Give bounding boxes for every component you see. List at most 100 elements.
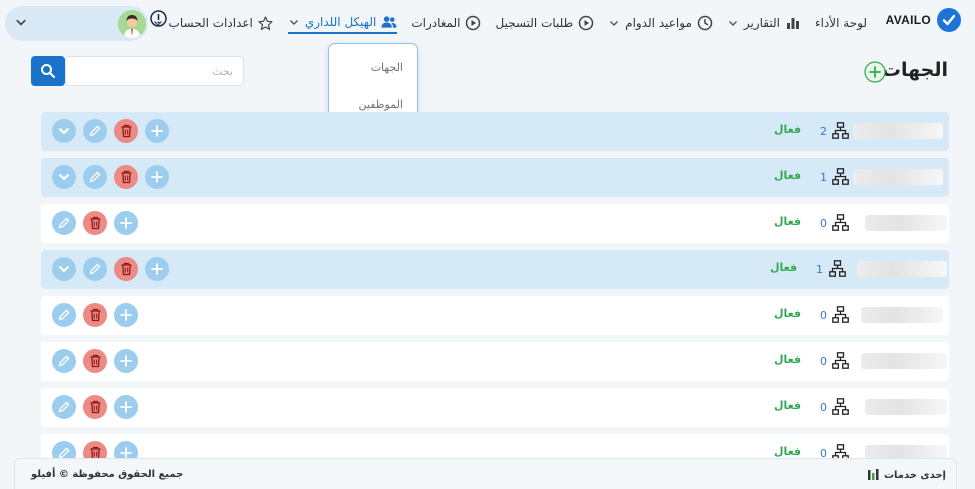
user-menu[interactable] xyxy=(5,6,148,41)
trash-icon xyxy=(90,216,100,230)
status-badge: فعال xyxy=(774,353,802,366)
expand-button[interactable] xyxy=(52,165,76,189)
department-name xyxy=(861,353,947,369)
hierarchy-icon xyxy=(832,398,849,415)
pencil-icon xyxy=(89,125,101,137)
edit-button[interactable] xyxy=(83,257,107,281)
delete-button[interactable] xyxy=(83,395,107,419)
add-child-button[interactable] xyxy=(114,349,138,373)
edit-button[interactable] xyxy=(83,119,107,143)
nav-item-account-settings[interactable]: اعدادات الحساب xyxy=(152,12,274,34)
play-circle-icon xyxy=(578,15,594,31)
pencil-icon xyxy=(58,401,70,413)
chevron-down-icon xyxy=(15,16,27,28)
plus-icon xyxy=(120,217,132,229)
avatar xyxy=(118,10,146,38)
nav-item-reports[interactable]: التقارير xyxy=(727,12,801,34)
hierarchy-icon xyxy=(832,352,849,369)
status-badge: فعال xyxy=(774,445,802,458)
clock-icon xyxy=(697,15,713,31)
department-row[interactable]: 0 فعال xyxy=(41,342,949,381)
edit-button[interactable] xyxy=(83,165,107,189)
nav-item-departures[interactable]: المغادرات xyxy=(411,12,481,34)
child-count: 1 xyxy=(820,171,827,184)
search-button[interactable] xyxy=(31,56,65,86)
status-badge: فعال xyxy=(770,261,798,274)
trash-icon xyxy=(90,308,100,322)
expand-button[interactable] xyxy=(52,119,76,143)
nav-item-label: مواعيد الدوام xyxy=(625,16,692,30)
copyright-text: جميع الحقوق محفوظة © أفيلو xyxy=(31,469,184,480)
nav-item-work-schedules[interactable]: مواعيد الدوام xyxy=(608,12,713,34)
company-credit[interactable]: إحدى خدمات xyxy=(867,468,946,482)
chevron-down-icon xyxy=(59,128,69,135)
brand-name: AVAILO xyxy=(885,13,931,27)
department-name xyxy=(861,307,943,323)
nav-item-label: اعدادات الحساب xyxy=(168,16,253,30)
info-alert-icon[interactable] xyxy=(150,10,167,27)
status-badge: فعال xyxy=(774,307,802,320)
nav-item-label: لوحة الأداء xyxy=(814,16,867,30)
department-row[interactable]: 1 فعال xyxy=(41,158,949,197)
add-child-button[interactable] xyxy=(114,303,138,327)
hierarchy-icon xyxy=(829,260,846,277)
bar-chart-icon xyxy=(785,15,801,31)
page-title: الجهات xyxy=(881,59,948,81)
nav-item-registration-requests[interactable]: طلبات التسجيل xyxy=(495,12,594,34)
main-nav: لوحة الأداء التقارير مواعيد الدوام طلبات… xyxy=(152,12,867,34)
delete-button[interactable] xyxy=(114,165,138,189)
pencil-icon xyxy=(58,355,70,367)
add-child-button[interactable] xyxy=(114,395,138,419)
edit-button[interactable] xyxy=(52,303,76,327)
search-bar xyxy=(31,56,244,86)
delete-button[interactable] xyxy=(83,211,107,235)
status-badge: فعال xyxy=(774,215,802,228)
department-row[interactable]: 0 فعال xyxy=(41,296,949,335)
chevron-down-icon xyxy=(288,16,300,28)
dropdown-item-employees[interactable]: الموظفين xyxy=(359,98,403,111)
edit-button[interactable] xyxy=(52,211,76,235)
add-child-button[interactable] xyxy=(145,119,169,143)
department-name xyxy=(865,215,947,231)
child-count: 2 xyxy=(820,125,827,138)
edit-button[interactable] xyxy=(52,349,76,373)
delete-button[interactable] xyxy=(83,349,107,373)
department-row[interactable]: 1 فعال xyxy=(41,250,949,289)
dropdown-item-departments[interactable]: الجهات xyxy=(371,61,403,74)
company-credit-text: إحدى خدمات xyxy=(883,469,946,481)
department-name xyxy=(865,399,947,415)
department-name xyxy=(857,261,947,277)
hierarchy-icon xyxy=(832,306,849,323)
pencil-icon xyxy=(89,171,101,183)
edit-button[interactable] xyxy=(52,395,76,419)
add-child-button[interactable] xyxy=(145,257,169,281)
department-row[interactable]: 0 فعال xyxy=(41,204,949,243)
chevron-down-icon xyxy=(59,266,69,273)
nav-item-label: الهيكل اللداري xyxy=(304,15,377,29)
expand-button[interactable] xyxy=(52,257,76,281)
search-input[interactable] xyxy=(65,56,244,86)
delete-button[interactable] xyxy=(114,257,138,281)
plus-icon xyxy=(151,263,163,275)
chevron-down-icon xyxy=(608,17,620,29)
trash-icon xyxy=(121,262,131,276)
hierarchy-icon xyxy=(832,122,849,139)
nav-item-org-structure[interactable]: الهيكل اللداري xyxy=(287,12,398,34)
nav-item-label: طلبات التسجيل xyxy=(495,16,574,30)
add-department-button[interactable] xyxy=(864,61,886,83)
delete-button[interactable] xyxy=(83,303,107,327)
add-child-button[interactable] xyxy=(114,211,138,235)
chevron-down-icon xyxy=(59,174,69,181)
play-circle-icon xyxy=(465,15,481,31)
star-icon xyxy=(258,15,274,31)
delete-button[interactable] xyxy=(114,119,138,143)
top-navbar: AVAILO لوحة الأداء التقارير مواعيد الدوا… xyxy=(0,0,975,44)
department-row[interactable]: 0 فعال xyxy=(41,388,949,427)
child-count: 0 xyxy=(820,401,827,414)
trash-icon xyxy=(90,354,100,368)
brand-logo[interactable]: AVAILO xyxy=(886,8,961,32)
nav-item-label: المغادرات xyxy=(411,16,461,30)
add-child-button[interactable] xyxy=(145,165,169,189)
nav-item-dashboard[interactable]: لوحة الأداء xyxy=(815,12,867,34)
department-row[interactable]: 2 فعال xyxy=(41,112,949,151)
